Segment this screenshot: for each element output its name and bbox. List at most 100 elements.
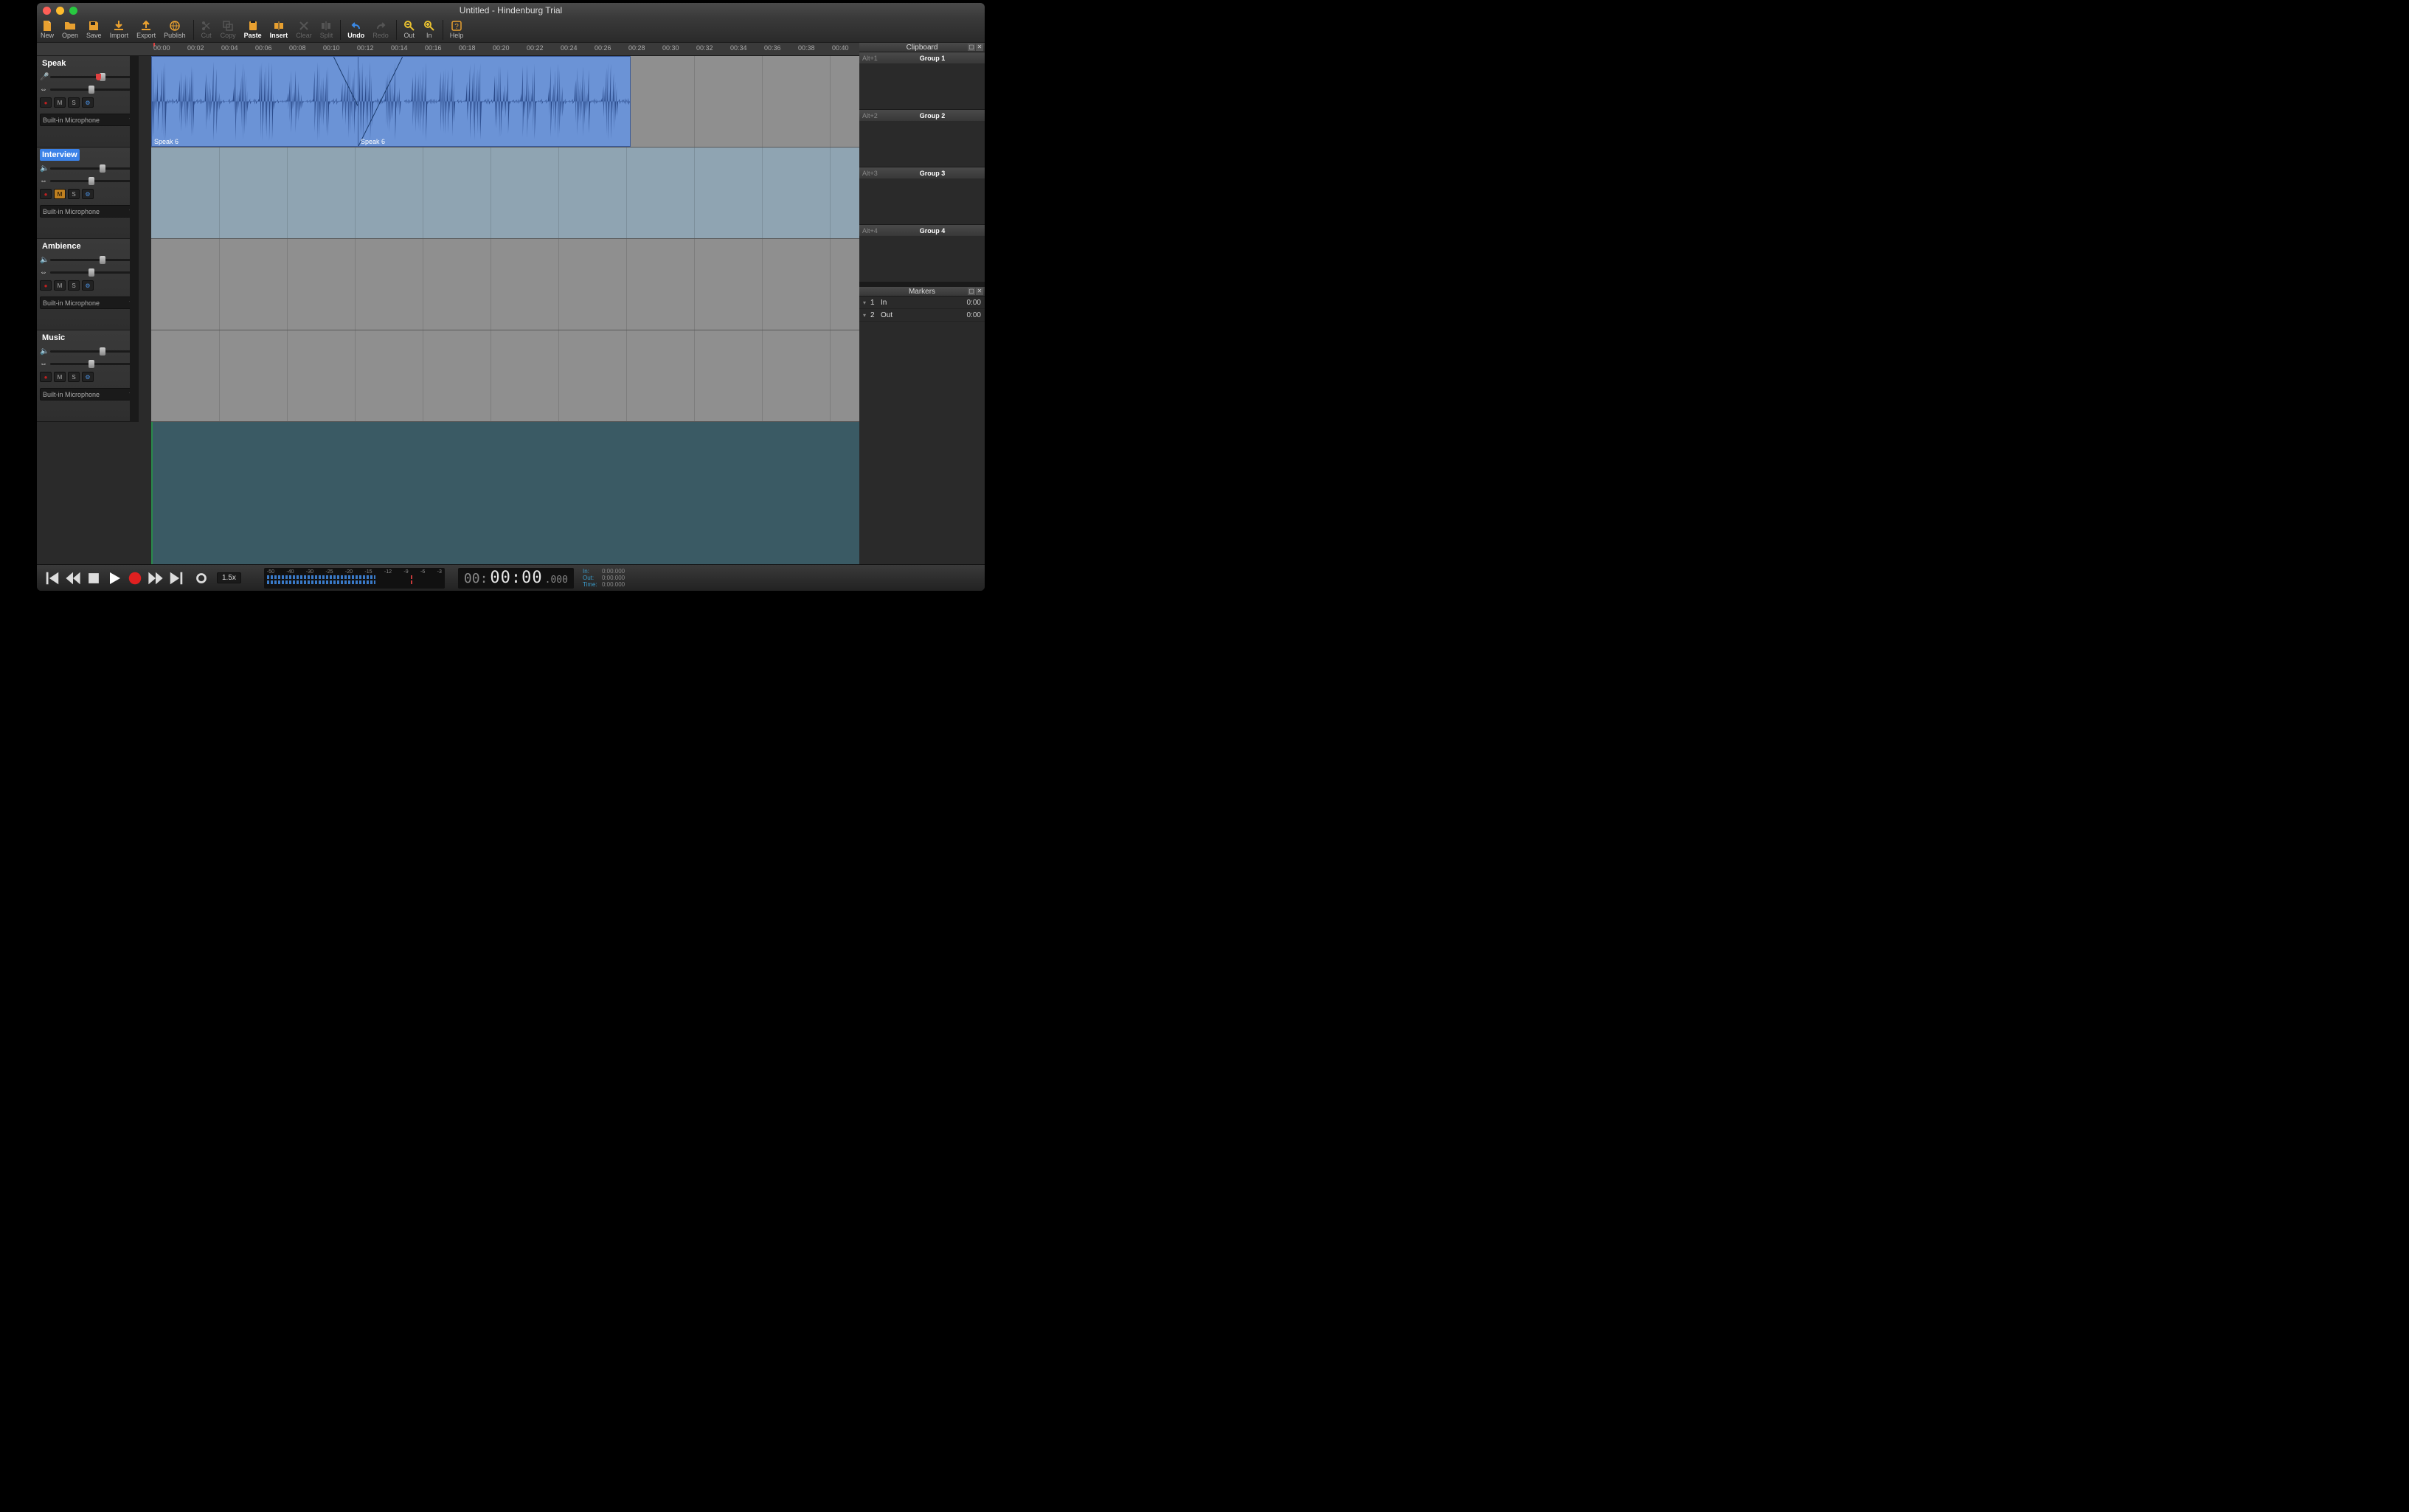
gain-slider[interactable] <box>50 350 133 353</box>
gain-slider[interactable] <box>50 76 133 78</box>
solo-button[interactable]: S <box>68 280 80 291</box>
input-select[interactable]: Built-in Microphone▾ <box>40 114 136 126</box>
panel-popout-icon[interactable]: ▢ <box>968 288 975 295</box>
skip-start-button[interactable] <box>44 570 60 586</box>
fx-button[interactable]: ⚙ <box>82 97 94 108</box>
mute-button[interactable]: M <box>54 97 66 108</box>
scissors-icon <box>201 21 212 31</box>
close-window[interactable] <box>43 7 51 15</box>
paste-button[interactable]: Paste <box>240 18 266 42</box>
clipboard-group[interactable]: Alt+4Group 4 <box>859 225 985 282</box>
panel-close-icon[interactable]: ✕ <box>976 288 983 295</box>
input-select[interactable]: Built-in Microphone▾ <box>40 205 136 218</box>
track-lane-ambience[interactable] <box>151 239 859 330</box>
pan-slider[interactable] <box>50 363 133 365</box>
fast-forward-button[interactable] <box>148 570 164 586</box>
panel-popout-icon[interactable]: ▢ <box>968 44 975 51</box>
track-lane-interview[interactable] <box>151 148 859 239</box>
input-select[interactable]: Built-in Microphone▾ <box>40 388 136 400</box>
meter-tick: -20 <box>345 569 353 575</box>
clipboard-group[interactable]: Alt+2Group 2 <box>859 110 985 167</box>
solo-button[interactable]: S <box>68 372 80 382</box>
pan-slider[interactable] <box>50 180 133 182</box>
clear-button[interactable]: Clear <box>292 18 316 42</box>
save-button[interactable]: Save <box>83 18 106 42</box>
titlebar: Untitled - Hindenburg Trial <box>37 3 985 18</box>
record-arm-button[interactable]: ● <box>40 189 52 199</box>
mute-button[interactable]: M <box>54 189 66 199</box>
pan-slider[interactable] <box>50 89 133 91</box>
group-hotkey: Alt+2 <box>862 112 883 119</box>
publish-button[interactable]: Publish <box>160 18 190 42</box>
timeline[interactable]: 00:0000:0200:0400:0600:0800:1000:1200:14… <box>151 43 859 564</box>
record-arm-button[interactable]: ● <box>40 280 52 291</box>
audio-clip[interactable]: Speak 6 <box>151 56 378 147</box>
ruler-tick: 00:36 <box>764 44 781 52</box>
track-header-speak[interactable]: Speak 🎤 ⇔ ● M S ⚙ Built-in Microphone▾ <box>37 56 139 148</box>
solo-button[interactable]: S <box>68 189 80 199</box>
mute-button[interactable]: M <box>54 372 66 382</box>
track-lane-speak[interactable]: Speak 6Speak 6 <box>151 56 859 148</box>
track-name[interactable]: Music <box>40 332 67 344</box>
import-button[interactable]: Import <box>106 18 134 42</box>
panel-close-icon[interactable]: ✕ <box>976 44 983 51</box>
group-body[interactable] <box>859 178 985 224</box>
gain-slider[interactable] <box>50 167 133 170</box>
track-level-strip <box>130 330 139 421</box>
gain-slider[interactable] <box>50 259 133 261</box>
help-button[interactable]: ?Help <box>446 18 468 42</box>
clipboard-panel-header[interactable]: Clipboard ▢✕ <box>859 43 985 52</box>
fx-button[interactable]: ⚙ <box>82 189 94 199</box>
fx-button[interactable]: ⚙ <box>82 280 94 291</box>
cut-button[interactable]: Cut <box>197 18 217 42</box>
solo-button[interactable]: S <box>68 97 80 108</box>
skip-end-button[interactable] <box>168 570 184 586</box>
clipboard-group[interactable]: Alt+1Group 1 <box>859 52 985 110</box>
open-button[interactable]: Open <box>58 18 83 42</box>
timecode-display[interactable]: 00: 00:00 .000 <box>458 568 574 589</box>
out-button[interactable]: Out <box>400 18 420 42</box>
group-body[interactable] <box>859 236 985 282</box>
fx-button[interactable]: ⚙ <box>82 372 94 382</box>
time-ruler[interactable]: 00:0000:0200:0400:0600:0800:1000:1200:14… <box>151 43 859 56</box>
track-lane-music[interactable] <box>151 330 859 422</box>
playback-speed[interactable]: 1.5x <box>217 572 241 583</box>
redo-button[interactable]: Redo <box>369 18 393 42</box>
input-select[interactable]: Built-in Microphone▾ <box>40 296 136 309</box>
group-body[interactable] <box>859 63 985 109</box>
minimize-window[interactable] <box>56 7 64 15</box>
clip-label: Speak 6 <box>361 138 385 145</box>
markers-panel-header[interactable]: Markers ▢✕ <box>859 287 985 296</box>
stop-button[interactable] <box>86 570 102 586</box>
copy-button[interactable]: Copy <box>217 18 240 42</box>
track-name[interactable]: Speak <box>40 58 68 69</box>
split-button[interactable]: Split <box>316 18 338 42</box>
track-header-interview[interactable]: Interview 🔈 ⇔ ● M S ⚙ Built-in Microphon… <box>37 148 139 239</box>
record-arm-button[interactable]: ● <box>40 97 52 108</box>
marker-row[interactable]: ▾2Out0:00 <box>859 309 985 322</box>
insert-button[interactable]: Insert <box>266 18 293 42</box>
play-button[interactable] <box>106 570 122 586</box>
loop-button[interactable] <box>193 570 209 586</box>
track-header-ambience[interactable]: Ambience 🔈 ⇔ ● M S ⚙ Built-in Microphone… <box>37 239 139 330</box>
mute-button[interactable]: M <box>54 280 66 291</box>
export-button[interactable]: Export <box>133 18 160 42</box>
new-button[interactable]: New <box>37 18 58 42</box>
zoom-window[interactable] <box>69 7 77 15</box>
pan-slider[interactable] <box>50 271 133 274</box>
meter-tick: -50 <box>267 569 274 575</box>
track-name[interactable]: Interview <box>40 149 80 161</box>
timeline-empty-area[interactable] <box>151 422 859 564</box>
record-button[interactable] <box>127 570 143 586</box>
clipboard-group[interactable]: Alt+3Group 3 <box>859 167 985 225</box>
in-button[interactable]: In <box>420 18 440 42</box>
track-name[interactable]: Ambience <box>40 240 83 252</box>
record-arm-button[interactable]: ● <box>40 372 52 382</box>
marker-row[interactable]: ▾1In0:00 <box>859 296 985 309</box>
audio-clip[interactable]: Speak 6 <box>358 56 631 147</box>
ruler-tick: 00:08 <box>289 44 306 52</box>
group-body[interactable] <box>859 121 985 167</box>
rewind-button[interactable] <box>65 570 81 586</box>
undo-button[interactable]: Undo <box>344 18 369 42</box>
track-header-music[interactable]: Music 🔈 ⇔ ● M S ⚙ Built-in Microphone▾ <box>37 330 139 422</box>
